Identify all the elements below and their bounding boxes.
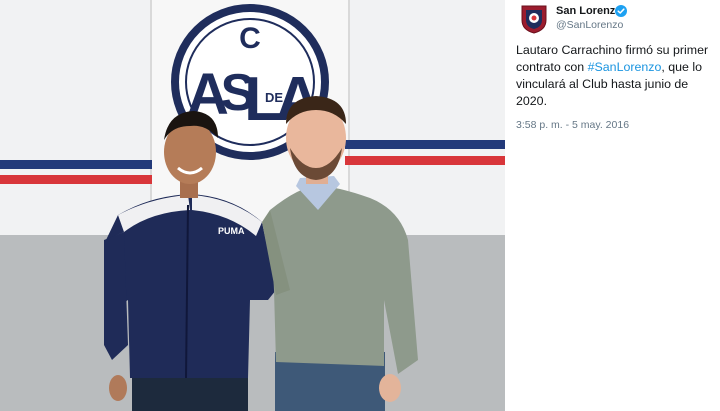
player-figure: PUMA bbox=[104, 111, 276, 411]
tweet-timestamp[interactable]: 3:58 p. m. - 5 may. 2016 bbox=[516, 119, 629, 131]
people-illustration: PUMA bbox=[104, 96, 418, 411]
author-handle[interactable]: @SanLorenzo bbox=[556, 19, 623, 31]
club-crest-icon[interactable] bbox=[519, 4, 549, 34]
tweet-text: Lautaro Carrachino firmó su primer contr… bbox=[516, 42, 716, 110]
tweet-panel: San Lorenzo @SanLorenzo Lautaro Carrachi… bbox=[505, 0, 720, 411]
hashtag-link[interactable]: #SanLorenzo bbox=[588, 60, 662, 74]
tweet-photo[interactable]: C A S L DE A PUMA bbox=[0, 0, 505, 411]
jacket-brand: PUMA bbox=[218, 226, 245, 236]
author-name[interactable]: San Lorenzo bbox=[556, 5, 622, 17]
official-figure bbox=[262, 96, 418, 411]
verified-badge-icon bbox=[615, 5, 627, 17]
